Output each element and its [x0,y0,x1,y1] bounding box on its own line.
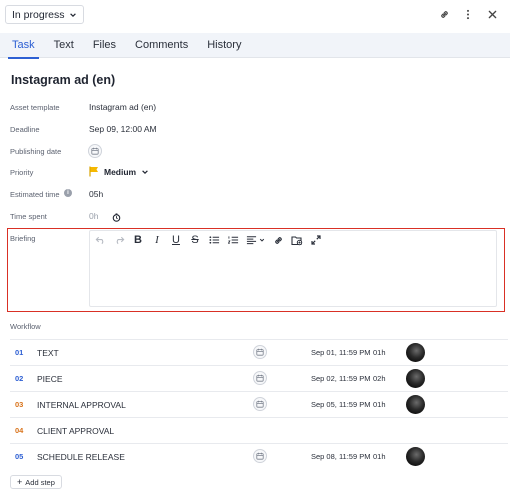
top-bar: In progress [0,0,510,30]
editor-toolbar: B I U S [94,233,322,247]
workflow-row[interactable]: 05 SCHEDULE RELEASE Sep 08, 11:59 PM 01h [10,443,508,469]
workflow-step-time[interactable]: 01h [373,400,386,409]
workflow-step-date[interactable]: Sep 05, 11:59 PM [311,400,370,409]
workflow-row[interactable]: 01 TEXT Sep 01, 11:59 PM 01h [10,339,508,365]
workflow-step-number: 04 [15,426,24,435]
workflow-step-name: CLIENT APPROVAL [37,426,115,436]
chevron-down-icon [142,169,148,174]
undo-icon[interactable] [94,234,106,246]
workflow-step-number: 05 [15,452,24,461]
tab-task[interactable]: Task [8,33,39,59]
asset-template-value: Instagram ad (en) [89,102,157,112]
tab-comments[interactable]: Comments [135,33,188,58]
estimated-time-label: Estimated time [10,190,60,199]
priority-value: Medium [104,166,137,177]
workflow-step-name: SCHEDULE RELEASE [37,452,125,462]
flag-icon [89,166,98,177]
asset-template-label: Asset template [10,103,60,112]
redo-icon[interactable] [113,234,125,246]
link-icon[interactable] [438,8,450,20]
calendar-add-icon[interactable] [253,449,267,463]
workflow-step-time[interactable]: 01h [373,452,386,461]
chevron-down-icon [69,12,76,17]
strikethrough-icon[interactable]: S [189,234,201,246]
workflow-step-number: 01 [15,348,24,357]
avatar[interactable] [406,343,425,362]
calendar-add-icon[interactable] [253,371,267,385]
deadline-label: Deadline [10,125,40,134]
time-spent-input[interactable]: 0h [89,211,98,221]
add-step-button[interactable]: + Add step [10,475,62,489]
workflow-step-time[interactable]: 02h [373,374,386,383]
align-icon[interactable] [246,234,265,246]
insert-media-icon[interactable] [291,234,303,246]
workflow-step-number: 03 [15,400,24,409]
publishing-date-label: Publishing date [10,147,62,156]
workflow-row[interactable]: 02 PIECE Sep 02, 11:59 PM 02h [10,365,508,391]
page-title: Instagram ad (en) [11,73,116,87]
avatar[interactable] [406,395,425,414]
workflow-row[interactable]: 03 INTERNAL APPROVAL Sep 05, 11:59 PM 01h [10,391,508,417]
workflow-step-date[interactable]: Sep 02, 11:59 PM [311,374,370,383]
underline-icon[interactable]: U [170,234,182,246]
calendar-add-icon[interactable] [253,397,267,411]
deadline-value[interactable]: Sep 09, 12:00 AM [89,124,157,134]
tab-files[interactable]: Files [93,33,116,58]
calendar-add-icon[interactable] [253,345,267,359]
estimated-time-value[interactable]: 05h [89,189,103,199]
workflow-step-date[interactable]: Sep 01, 11:59 PM [311,348,370,357]
workflow-step-number: 02 [15,374,24,383]
status-label: In progress [12,8,65,21]
tab-history[interactable]: History [207,33,241,58]
bullet-list-icon[interactable] [208,234,220,246]
workflow-step-name: INTERNAL APPROVAL [37,400,126,410]
workflow-label: Workflow [10,322,41,331]
add-step-label: Add step [25,477,55,487]
timer-icon[interactable] [112,211,121,225]
numbered-list-icon[interactable] [227,234,239,246]
time-spent-label: Time spent [10,212,47,221]
avatar[interactable] [406,447,425,466]
workflow-step-name: TEXT [37,348,59,358]
workflow-step-time[interactable]: 01h [373,348,386,357]
avatar[interactable] [406,369,425,388]
link-icon[interactable] [272,234,284,246]
info-icon[interactable]: i [64,189,72,197]
workflow-row[interactable]: 04 CLIENT APPROVAL [10,417,508,443]
close-icon[interactable] [486,8,498,20]
chevron-down-icon [259,238,265,242]
tab-text[interactable]: Text [54,33,74,58]
priority-dropdown[interactable]: Medium [89,166,149,177]
priority-label: Priority [10,168,34,177]
plus-icon: + [17,477,23,487]
italic-icon[interactable]: I [151,234,163,246]
calendar-add-icon[interactable] [88,144,102,158]
tab-bar: Task Text Files Comments History [0,33,510,59]
briefing-label: Briefing [10,234,36,243]
bold-icon[interactable]: B [132,234,144,246]
expand-icon[interactable] [310,234,322,246]
workflow-step-date[interactable]: Sep 08, 11:59 PM [311,452,370,461]
status-dropdown[interactable]: In progress [5,5,84,24]
more-vertical-icon[interactable] [462,8,474,20]
workflow-step-name: PIECE [37,374,63,384]
